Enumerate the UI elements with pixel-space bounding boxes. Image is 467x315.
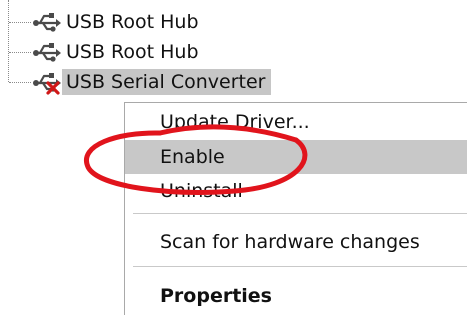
menu-item-label: Enable bbox=[160, 146, 225, 168]
usb-icon bbox=[32, 10, 62, 34]
menu-item-label: Uninstall bbox=[160, 180, 243, 202]
tree-connector-horizontal bbox=[9, 82, 31, 83]
menu-item-scan-hardware[interactable]: Scan for hardware changes bbox=[125, 225, 467, 259]
usb-icon bbox=[32, 70, 62, 96]
device-manager-view: USB Root Hub USB Root Hub USB Serial Con… bbox=[0, 0, 467, 315]
menu-item-properties[interactable]: Properties bbox=[125, 279, 467, 313]
menu-item-enable[interactable]: Enable bbox=[125, 140, 467, 174]
tree-connector-vertical bbox=[8, 0, 9, 82]
menu-item-uninstall[interactable]: Uninstall bbox=[125, 174, 467, 208]
tree-item-usb-root-hub-1[interactable]: USB Root Hub bbox=[32, 9, 205, 35]
tree-item-label: USB Root Hub bbox=[66, 41, 199, 63]
menu-item-label: Properties bbox=[160, 285, 272, 307]
disabled-x-icon bbox=[45, 80, 61, 96]
usb-icon bbox=[32, 40, 62, 64]
tree-item-usb-root-hub-2[interactable]: USB Root Hub bbox=[32, 39, 205, 65]
menu-item-update-driver[interactable]: Update Driver... bbox=[125, 105, 467, 139]
tree-item-usb-serial-converter[interactable]: USB Serial Converter bbox=[32, 69, 272, 96]
menu-separator bbox=[133, 213, 467, 214]
tree-connector-horizontal bbox=[9, 52, 31, 53]
tree-item-label: USB Serial Converter bbox=[62, 69, 272, 95]
tree-connector-horizontal bbox=[9, 22, 31, 23]
menu-item-label: Scan for hardware changes bbox=[160, 231, 420, 253]
menu-item-label: Update Driver... bbox=[160, 111, 310, 133]
menu-separator bbox=[133, 266, 467, 267]
context-menu: Update Driver... Enable Uninstall Scan f… bbox=[124, 102, 467, 315]
tree-item-label: USB Root Hub bbox=[66, 11, 199, 33]
